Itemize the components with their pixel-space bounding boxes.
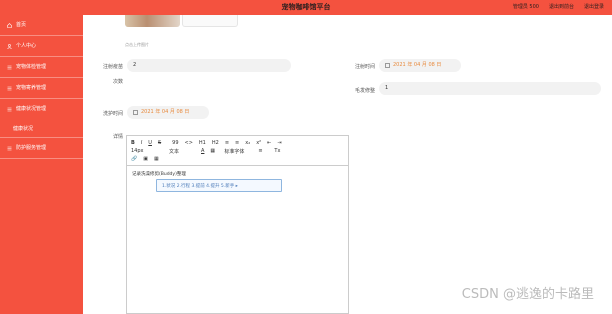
sidebar-item-label: 健康状况管理 [16,106,47,112]
top-links: 管理员 500 退出到前台 退出登录 [513,3,604,10]
h1-button[interactable]: H1 [199,140,206,146]
photo-upload-slot[interactable] [182,15,238,27]
pet-photo [125,15,180,27]
sidebar-item-label: 防护服务管理 [16,144,47,151]
bold-button[interactable]: B [131,140,135,146]
front-link[interactable]: 退出到前台 [549,3,574,10]
home-icon [7,22,12,28]
logout-link[interactable]: 退出登录 [584,3,604,10]
toolbar-row-1: B I U S 99 <> H1 H2 ≡ ≡ x₂ x² ⇤ ⇥ [131,139,344,147]
subscript-button[interactable]: x₂ [245,140,250,146]
code-button[interactable]: <> [185,140,193,146]
list-icon [7,86,12,91]
font-size-select[interactable]: 14px [131,148,163,154]
wash-time-label: 洗护时间 [102,111,123,117]
heading-select[interactable]: 文本 [169,148,195,155]
font-color-button[interactable]: A [201,148,204,154]
sidebar-item-label: 宠物体检管理 [16,63,47,70]
strike-button[interactable]: S [158,140,161,146]
video-icon[interactable]: ▦ [154,156,159,162]
list-icon [7,65,12,70]
list-icon [7,107,12,112]
vaccine-input[interactable]: 2 [127,59,291,72]
admin-link[interactable]: 管理员 500 [513,3,539,10]
vaccine-label: 注射疫苗 [102,64,123,70]
clear-format-button[interactable]: Tx [274,148,280,154]
times-label: 次数 [112,79,123,85]
superscript-button[interactable]: x² [256,140,261,146]
photo-hint: 点击上传图片 [125,42,149,47]
user-icon [7,43,12,49]
wash-time-value: 2021 年 04 月 08 日 [141,109,190,115]
italic-button[interactable]: I [141,140,142,146]
main-content: 点击上传图片 注射疫苗 2 注射时间 2021 年 04 月 08 日 次数 毛… [83,15,612,314]
sidebar-item-home[interactable]: 首页 [0,15,83,36]
underline-button[interactable]: U [148,140,152,146]
injection-time-value: 2021 年 04 月 08 日 [393,62,442,68]
sidebar-item-label: 健康状况 [13,125,34,132]
sidebar-item-pet-boarding[interactable]: 宠物寄养管理 [0,78,83,99]
image-icon[interactable]: ▣ [143,156,148,162]
ordered-list-button[interactable]: ≡ [225,140,229,146]
quote-button[interactable]: 99 [172,140,178,146]
sidebar-item-health[interactable]: 健康状况管理 [0,99,83,120]
align-select[interactable]: ≡ [258,148,268,154]
font-family-select[interactable]: 标准字体 [224,148,252,155]
injection-time-label: 注射时间 [354,64,375,70]
outdent-button[interactable]: ⇤ [267,140,271,146]
calendar-icon [133,110,138,115]
link-icon[interactable]: 🔗 [131,156,137,162]
indent-button[interactable]: ⇥ [277,140,281,146]
sidebar: 首页 个人中心 宠物体检管理 宠物寄养管理 健康状况管理 健康状况 防护服务管理 [0,15,83,314]
sidebar-item-pet-checkup[interactable]: 宠物体检管理 [0,57,83,78]
editor-toolbar: B I U S 99 <> H1 H2 ≡ ≡ x₂ x² ⇤ ⇥ 14px 文… [127,136,348,166]
ime-candidates[interactable]: 1.状况 2.行程 3.提前 4.提升 5.新手 ▸ [162,183,238,189]
grooming-label: 毛发修整 [354,88,375,94]
sidebar-item-label: 首页 [16,21,27,28]
toolbar-row-2: 14px 文本 A ▦ 标准字体 ≡ Tx [131,147,344,155]
background-color-button[interactable]: ▦ [210,148,218,154]
top-header: 宠物咖啡馆平台 管理员 500 退出到前台 退出登录 [0,0,612,15]
ime-candidate-bar[interactable]: 1.状况 2.行程 3.提前 4.提升 5.新手 ▸ [156,179,282,192]
rich-text-editor[interactable]: B I U S 99 <> H1 H2 ≡ ≡ x₂ x² ⇤ ⇥ 14px 文… [126,135,349,314]
toolbar-row-3: 🔗 ▣ ▦ [131,155,344,163]
sidebar-subitem-health-status[interactable]: 健康状况 [0,120,83,138]
sidebar-item-profile[interactable]: 个人中心 [0,36,83,57]
calendar-icon [385,63,390,68]
wash-time-picker[interactable]: 2021 年 04 月 08 日 [127,106,209,119]
h2-button[interactable]: H2 [212,140,219,146]
injection-time-picker[interactable]: 2021 年 04 月 08 日 [379,59,461,72]
watermark: CSDN @逃逸的卡路里 [461,287,594,302]
sidebar-item-label: 个人中心 [16,42,37,49]
sidebar-item-label: 宠物寄养管理 [16,84,47,91]
bullet-list-button[interactable]: ≡ [235,140,239,146]
detail-label: 详情 [112,134,123,140]
editor-text: 记录洗澡修剪(Buddy)整理 [132,172,186,177]
list-icon [7,146,12,151]
sidebar-item-protection[interactable]: 防护服务管理 [0,138,83,159]
grooming-input[interactable]: 1 [379,82,601,95]
